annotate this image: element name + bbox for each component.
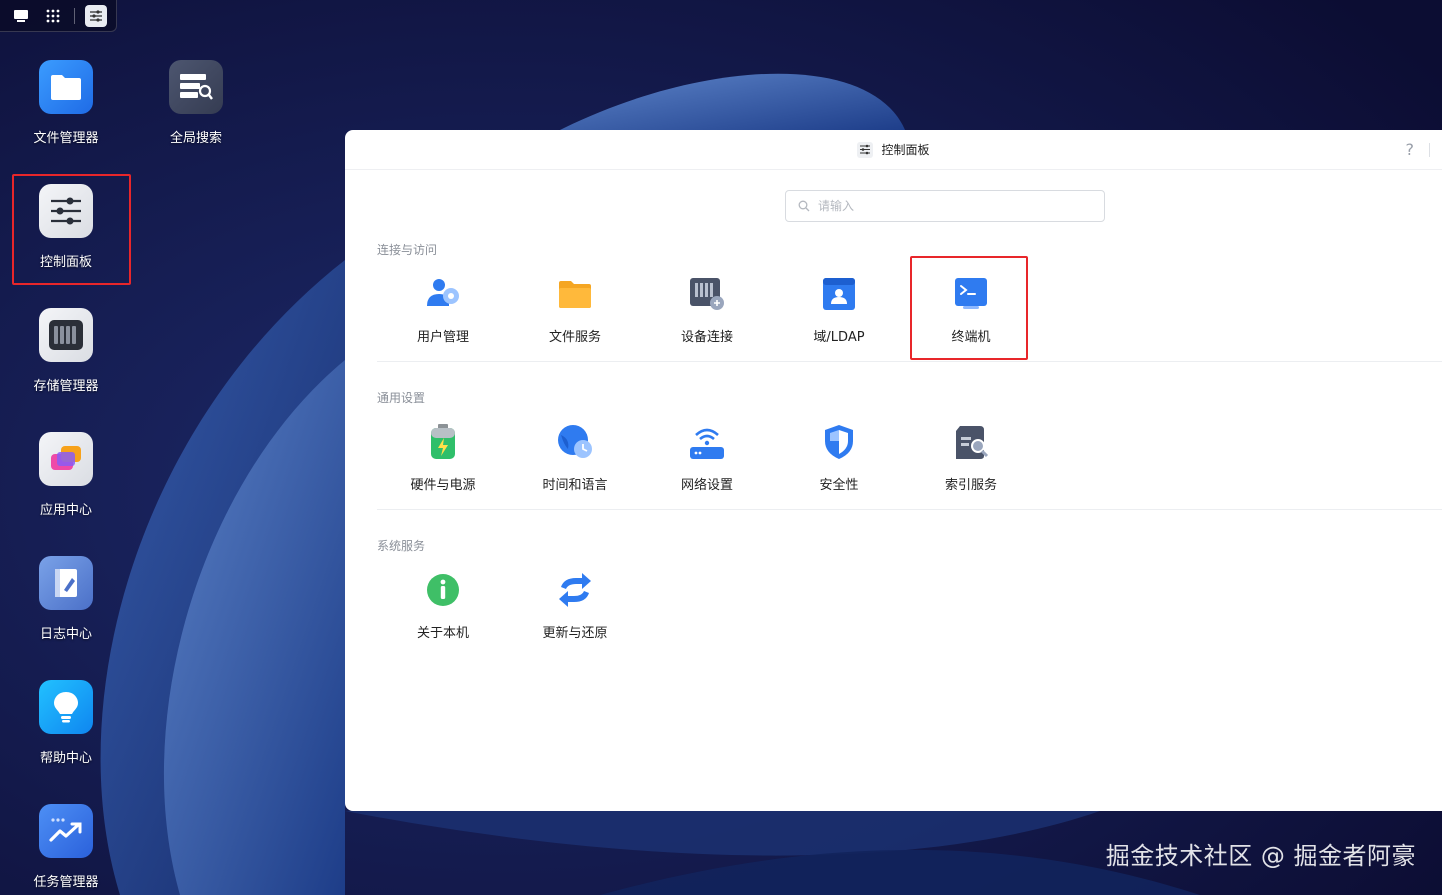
section-title-general-settings: 通用设置 bbox=[377, 391, 426, 405]
help-button[interactable]: ? bbox=[1406, 140, 1415, 159]
show-desktop-button[interactable] bbox=[10, 5, 32, 27]
time-language-icon bbox=[555, 422, 595, 462]
user-management-icon bbox=[423, 274, 463, 314]
app-launcher-button[interactable] bbox=[42, 5, 64, 27]
grid-icon bbox=[46, 9, 60, 22]
desktop-icon-task-manager[interactable]: 任务管理器 bbox=[11, 804, 121, 890]
search-input[interactable] bbox=[818, 199, 1098, 213]
window-titlebar[interactable]: 控制面板 ? bbox=[345, 130, 1442, 170]
desktop-icon-log-center[interactable]: 日志中心 bbox=[11, 556, 121, 642]
global-search-icon bbox=[169, 60, 223, 114]
item-file-service[interactable]: 文件服务 bbox=[509, 274, 641, 345]
app-center-icon bbox=[39, 432, 93, 486]
control-panel-icon bbox=[857, 141, 874, 158]
desktop-icon-control-panel[interactable]: 控制面板 bbox=[11, 184, 121, 270]
index-service-icon bbox=[951, 422, 991, 462]
control-panel-window: 控制面板 ? 连接与访问 用户管理 文件服务 设备连接 域/LDAP bbox=[345, 130, 1442, 811]
item-domain-ldap[interactable]: 域/LDAP bbox=[773, 274, 905, 345]
search-icon bbox=[798, 200, 810, 212]
titlebar-divider bbox=[1429, 143, 1430, 157]
network-icon bbox=[687, 422, 727, 462]
search-box[interactable] bbox=[785, 190, 1105, 222]
domain-ldap-icon bbox=[819, 274, 859, 314]
item-hardware-power[interactable]: 硬件与电源 bbox=[377, 422, 509, 493]
item-label: 域/LDAP bbox=[813, 330, 865, 345]
item-label: 安全性 bbox=[819, 478, 859, 493]
storage-icon bbox=[39, 308, 93, 362]
section-divider bbox=[377, 509, 1442, 510]
monitor-icon bbox=[14, 9, 28, 22]
device-connection-icon bbox=[687, 274, 727, 314]
item-label: 硬件与电源 bbox=[410, 478, 476, 493]
security-shield-icon bbox=[819, 422, 859, 462]
item-device-connection[interactable]: 设备连接 bbox=[641, 274, 773, 345]
hardware-power-icon bbox=[423, 422, 463, 462]
window-title-group: 控制面板 bbox=[857, 141, 930, 158]
window-title: 控制面板 bbox=[881, 143, 930, 157]
desktop-icon-label: 文件管理器 bbox=[33, 131, 99, 146]
section-divider bbox=[377, 361, 1442, 362]
item-label: 时间和语言 bbox=[542, 478, 608, 493]
info-icon bbox=[423, 570, 463, 610]
item-terminal[interactable]: 终端机 bbox=[905, 274, 1037, 345]
taskbar bbox=[0, 0, 117, 32]
item-update-restore[interactable]: 更新与还原 bbox=[509, 570, 641, 641]
item-label: 终端机 bbox=[951, 330, 991, 345]
desktop-icon-storage-manager[interactable]: 存储管理器 bbox=[11, 308, 121, 394]
update-restore-icon bbox=[555, 570, 595, 610]
help-bulb-icon bbox=[39, 680, 93, 734]
item-user-management[interactable]: 用户管理 bbox=[377, 274, 509, 345]
desktop-icon-label: 任务管理器 bbox=[33, 875, 99, 890]
file-service-icon bbox=[555, 274, 595, 314]
terminal-icon bbox=[951, 274, 991, 314]
item-label: 更新与还原 bbox=[542, 626, 608, 641]
item-label: 网络设置 bbox=[680, 478, 733, 493]
desktop-icon-app-center[interactable]: 应用中心 bbox=[11, 432, 121, 518]
item-label: 索引服务 bbox=[944, 478, 997, 493]
section-title-system-services: 系统服务 bbox=[377, 539, 426, 553]
desktop-icon-global-search[interactable]: 全局搜索 bbox=[141, 60, 251, 146]
item-security[interactable]: 安全性 bbox=[773, 422, 905, 493]
desktop-icon-label: 控制面板 bbox=[39, 255, 92, 270]
desktop-icon-label: 存储管理器 bbox=[33, 379, 99, 394]
desktop-icon-file-manager[interactable]: 文件管理器 bbox=[11, 60, 121, 146]
taskbar-divider bbox=[74, 7, 75, 24]
desktop-icon-label: 全局搜索 bbox=[169, 131, 222, 146]
item-about[interactable]: 关于本机 bbox=[377, 570, 509, 641]
folder-icon bbox=[39, 60, 93, 114]
item-network-settings[interactable]: 网络设置 bbox=[641, 422, 773, 493]
item-label: 用户管理 bbox=[416, 330, 469, 345]
log-center-icon bbox=[39, 556, 93, 610]
sliders-icon bbox=[90, 9, 102, 22]
item-time-language[interactable]: 时间和语言 bbox=[509, 422, 641, 493]
item-label: 关于本机 bbox=[416, 626, 469, 641]
task-manager-icon bbox=[39, 804, 93, 858]
item-label: 设备连接 bbox=[680, 330, 733, 345]
control-panel-icon bbox=[39, 184, 93, 238]
item-index-service[interactable]: 索引服务 bbox=[905, 422, 1037, 493]
desktop-icon-help-center[interactable]: 帮助中心 bbox=[11, 680, 121, 766]
desktop-icon-label: 帮助中心 bbox=[39, 751, 92, 766]
section-title-connection-access: 连接与访问 bbox=[377, 243, 438, 257]
desktop-icon-label: 日志中心 bbox=[39, 627, 92, 642]
taskbar-control-panel-button[interactable] bbox=[85, 4, 107, 27]
desktop-icon-label: 应用中心 bbox=[39, 503, 92, 518]
watermark-text: 掘金技术社区 @ 掘金者阿豪 bbox=[1105, 842, 1416, 870]
item-label: 文件服务 bbox=[548, 330, 601, 345]
